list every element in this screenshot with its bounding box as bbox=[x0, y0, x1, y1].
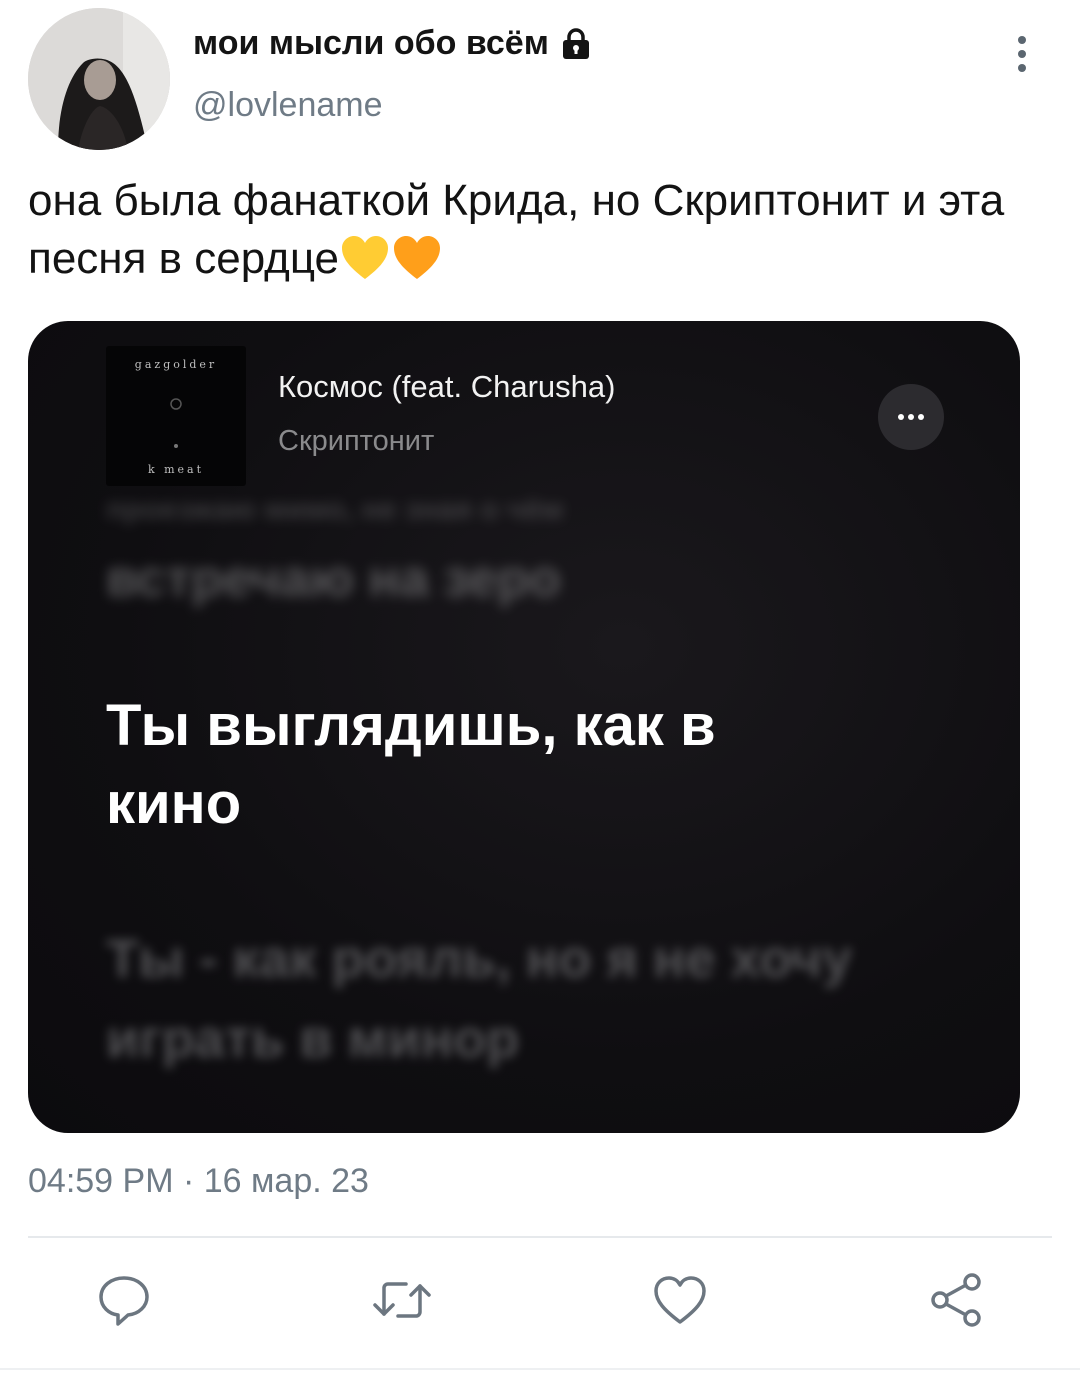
orange-heart-emoji-icon bbox=[391, 233, 443, 283]
timestamp-separator: · bbox=[182, 1162, 195, 1200]
share-icon bbox=[931, 1273, 981, 1327]
like-button[interactable] bbox=[652, 1272, 708, 1328]
ellipsis-icon bbox=[898, 414, 924, 420]
avatar[interactable] bbox=[28, 8, 170, 150]
lyric-previous-line-1: проезжаю мимо, не зная о чём bbox=[106, 493, 564, 526]
song-artist: Скриптонит bbox=[278, 425, 435, 457]
display-name-text: мои мысли обо всём bbox=[193, 24, 549, 62]
tweet-text-body: она была фанаткой Крида, но Скриптонит и… bbox=[28, 176, 1005, 283]
media-image[interactable]: gazgolder k meat Космос (feat. Charusha)… bbox=[28, 321, 1020, 1133]
tweet-timestamp[interactable]: 04:59 PM · 16 мар. 23 bbox=[28, 1162, 369, 1201]
tweet-text: она была фанаткой Крида, но Скриптонит и… bbox=[28, 172, 1068, 288]
bottom-divider bbox=[0, 1368, 1080, 1370]
lyric-previous-line-2: встречаю на зеро bbox=[106, 550, 561, 608]
more-options-icon[interactable] bbox=[1008, 34, 1036, 74]
share-button[interactable] bbox=[928, 1272, 984, 1328]
reply-button[interactable] bbox=[96, 1272, 152, 1328]
album-art: gazgolder k meat bbox=[106, 346, 246, 486]
divider bbox=[28, 1236, 1052, 1238]
song-title: Космос (feat. Charusha) bbox=[278, 369, 616, 404]
like-icon bbox=[654, 1276, 706, 1324]
tweet-time: 04:59 PM bbox=[28, 1162, 174, 1200]
retweet-button[interactable] bbox=[372, 1272, 431, 1328]
tweet-date: 16 мар. 23 bbox=[203, 1162, 369, 1200]
lyric-next-line: Ты - как рояль, но я не хочу играть в ми… bbox=[106, 929, 853, 1069]
user-handle[interactable]: @lovlename bbox=[193, 86, 383, 125]
song-more-button[interactable] bbox=[878, 384, 944, 450]
lyric-current-line: Ты выглядишь, как в кино bbox=[106, 693, 716, 836]
yellow-heart-emoji-icon bbox=[339, 233, 391, 283]
reply-icon bbox=[99, 1276, 149, 1326]
retweet-icon bbox=[373, 1282, 431, 1318]
avatar-image bbox=[28, 8, 170, 150]
album-art-bottom-text: k meat bbox=[147, 463, 205, 476]
display-name[interactable]: мои мысли обо всём bbox=[193, 24, 593, 63]
lock-icon bbox=[559, 27, 593, 61]
